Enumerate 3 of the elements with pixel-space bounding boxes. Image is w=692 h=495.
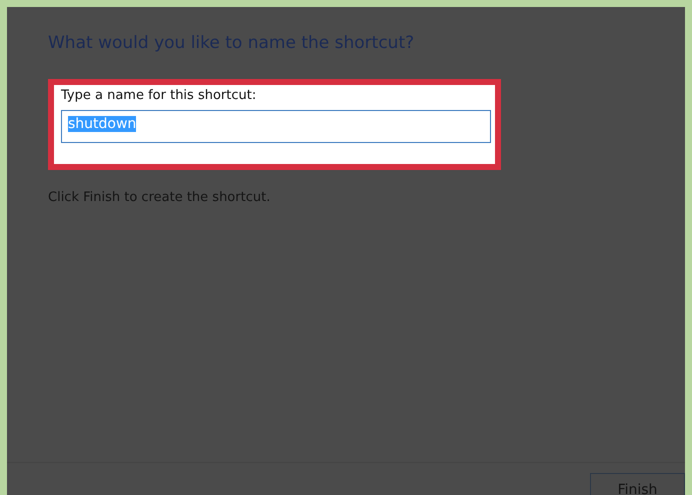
input-field[interactable]: shutdown <box>61 110 491 143</box>
field-label: Type a name for this shortcut: <box>61 87 258 106</box>
instruction-text: Click Finish to create the shortcut. <box>48 188 272 207</box>
